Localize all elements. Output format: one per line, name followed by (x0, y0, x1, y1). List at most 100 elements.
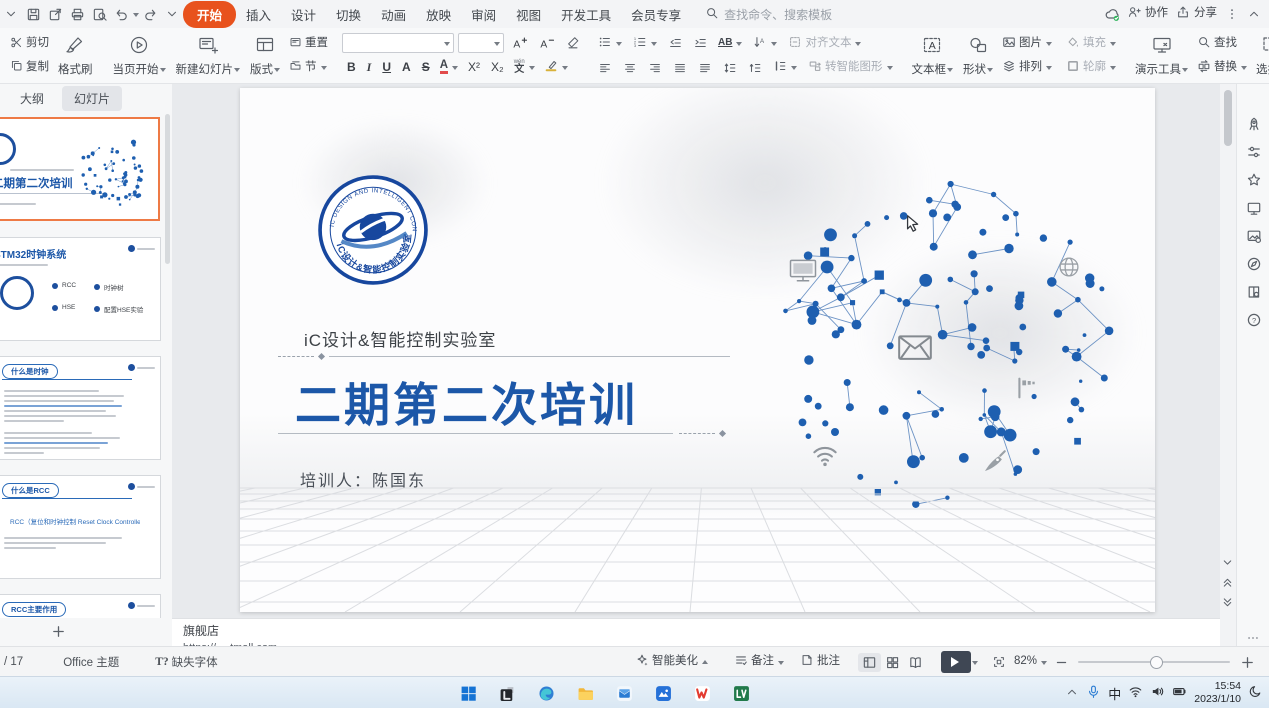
quick-tools-rocket-icon[interactable] (1242, 112, 1266, 136)
format-painter-button[interactable]: 格式刷 (53, 30, 98, 81)
tray-speaker-icon[interactable] (1150, 684, 1165, 702)
navigation-compass-icon[interactable] (1242, 252, 1266, 276)
mail-app-icon[interactable] (611, 680, 637, 706)
print-icon[interactable] (66, 3, 88, 25)
scrollbar-thumb[interactable] (1224, 90, 1232, 146)
bullet-list-button[interactable] (594, 33, 626, 55)
normal-view-button[interactable] (858, 653, 881, 672)
align-center-button[interactable] (619, 59, 641, 77)
green-app-icon[interactable] (728, 680, 754, 706)
print-preview-icon[interactable] (88, 3, 110, 25)
reading-view-button[interactable] (904, 653, 927, 672)
undo-icon[interactable] (110, 3, 132, 25)
superscript-button[interactable]: X² (463, 58, 485, 76)
image-tools-icon[interactable] (1242, 224, 1266, 248)
replace-button[interactable]: 替换 (1193, 57, 1251, 79)
slide-canvas[interactable]: IC DESIGN AND INTELLIGENT CONTROL LAB iC… (240, 88, 1155, 612)
picture-button[interactable]: 图片 (998, 33, 1056, 55)
font-color-button[interactable]: A (436, 58, 462, 77)
window-menu-chevron-icon[interactable] (0, 3, 22, 25)
tab-slideshow[interactable]: 放映 (416, 1, 461, 28)
tab-review[interactable]: 审阅 (461, 1, 506, 28)
notes-pane[interactable]: 旗舰店 https://….tmall.com (172, 618, 1220, 646)
wps-office-icon[interactable] (689, 680, 715, 706)
align-right-button[interactable] (644, 59, 666, 77)
more-options-icon[interactable] (1221, 3, 1243, 25)
notes-button[interactable]: 备注 (730, 651, 788, 673)
night-mode-moon-icon[interactable] (1248, 684, 1263, 702)
tray-wifi-icon[interactable] (1128, 684, 1143, 702)
line-spacing-up-button[interactable] (719, 59, 741, 77)
copy-button[interactable]: 复制 (6, 57, 53, 78)
slides-tab[interactable]: 幻灯片 (62, 86, 122, 111)
microphone-icon[interactable] (1086, 684, 1101, 702)
outline-button[interactable]: 轮廓 (1062, 57, 1120, 79)
align-text-button[interactable]: 对齐文本 (784, 33, 865, 55)
dark-app-icon[interactable] (494, 680, 520, 706)
clear-format-button[interactable] (562, 34, 584, 52)
edge-browser-icon[interactable] (533, 680, 559, 706)
line-spacing-button[interactable] (769, 57, 801, 79)
increase-indent-button[interactable] (689, 34, 711, 52)
fit-to-window-button[interactable] (988, 653, 1010, 671)
underline-button[interactable]: U (377, 58, 396, 76)
tray-battery-icon[interactable] (1172, 684, 1187, 702)
main-scrollbar[interactable] (1220, 84, 1236, 646)
reference-book-icon[interactable] (1242, 280, 1266, 304)
fill-button[interactable]: 填充 (1062, 33, 1120, 55)
shapes-button[interactable]: 形状 (958, 30, 998, 81)
slide-thumbnail-1[interactable]: 二期第二次培训 (0, 117, 160, 221)
align-distribute-button[interactable] (694, 59, 716, 77)
smart-beautify-button[interactable]: 智能美化 (631, 651, 712, 673)
tab-view[interactable]: 视图 (506, 1, 551, 28)
clock[interactable]: 15:54 2023/1/10 (1194, 680, 1241, 706)
tab-member[interactable]: 会员专享 (621, 1, 691, 28)
slide-org-text[interactable]: iC设计&智能控制实验室 (304, 326, 496, 351)
select-button[interactable]: 选择 (1251, 30, 1269, 81)
export-icon[interactable] (44, 3, 66, 25)
zoom-level-button[interactable]: 82% (1010, 654, 1051, 670)
italic-button[interactable]: I (362, 58, 377, 77)
zoom-slider[interactable] (1078, 661, 1230, 663)
char-border-button[interactable]: A (397, 58, 416, 76)
align-left-button[interactable] (594, 59, 616, 77)
strikethrough-button[interactable]: S (417, 58, 435, 76)
save-icon[interactable] (22, 3, 44, 25)
file-explorer-icon[interactable] (572, 680, 598, 706)
text-box-button[interactable]: A文本框 (907, 30, 959, 81)
share-button[interactable]: 分享 (1172, 3, 1221, 25)
cut-button[interactable]: 剪切 (6, 34, 53, 55)
text-direction-button[interactable]: AB (714, 36, 746, 50)
zoom-slider-knob[interactable] (1150, 656, 1163, 669)
tab-devtools[interactable]: 开发工具 (551, 1, 621, 28)
layout-button[interactable]: 版式 (245, 30, 285, 81)
comments-button[interactable]: 批注 (796, 651, 844, 673)
reset-button[interactable]: 重置 (285, 34, 332, 55)
command-search[interactable]: 查找命令、搜索模板 (705, 6, 832, 23)
slide-thumbnail-2[interactable]: STM32时钟系统 RCC HSE 时钟树 配置HSE实验 (0, 237, 161, 341)
play-from-current-button[interactable]: 当页开始 (108, 30, 171, 81)
decrease-font-button[interactable]: A (535, 34, 558, 53)
collaborate-button[interactable]: 协作 (1123, 3, 1172, 25)
highlighter-button[interactable] (540, 56, 572, 78)
tab-design[interactable]: 设计 (281, 1, 326, 28)
slide-thumbnail-5[interactable]: RCC主要作用 (0, 594, 161, 618)
slide-title-text[interactable]: 二期第二次培训 (295, 369, 638, 435)
play-options-dropdown[interactable] (972, 661, 978, 668)
help-icon[interactable]: ? (1242, 308, 1266, 332)
effects-star-icon[interactable] (1242, 168, 1266, 192)
quickbar-more-icon[interactable] (161, 3, 183, 25)
outline-tab[interactable]: 大纲 (8, 86, 56, 111)
missing-font-indicator[interactable]: 缺失字体 (172, 654, 218, 670)
undo-dropdown[interactable] (133, 13, 139, 20)
slide-thumbnail-4[interactable]: 什么是RCC RCC（复位和时钟控制 Reset Clock Controlle… (0, 475, 161, 579)
arrange-button[interactable]: 排列 (998, 57, 1056, 79)
sidebar-scrollbar[interactable] (165, 114, 170, 264)
add-slide-button[interactable] (44, 622, 72, 644)
object-properties-icon[interactable] (1242, 140, 1266, 164)
new-slide-button[interactable]: 新建幻灯片 (171, 30, 246, 81)
redo-icon[interactable] (139, 3, 161, 25)
tab-animation[interactable]: 动画 (371, 1, 416, 28)
ime-indicator[interactable]: 中 (1108, 684, 1121, 703)
bold-button[interactable]: B (342, 58, 361, 76)
